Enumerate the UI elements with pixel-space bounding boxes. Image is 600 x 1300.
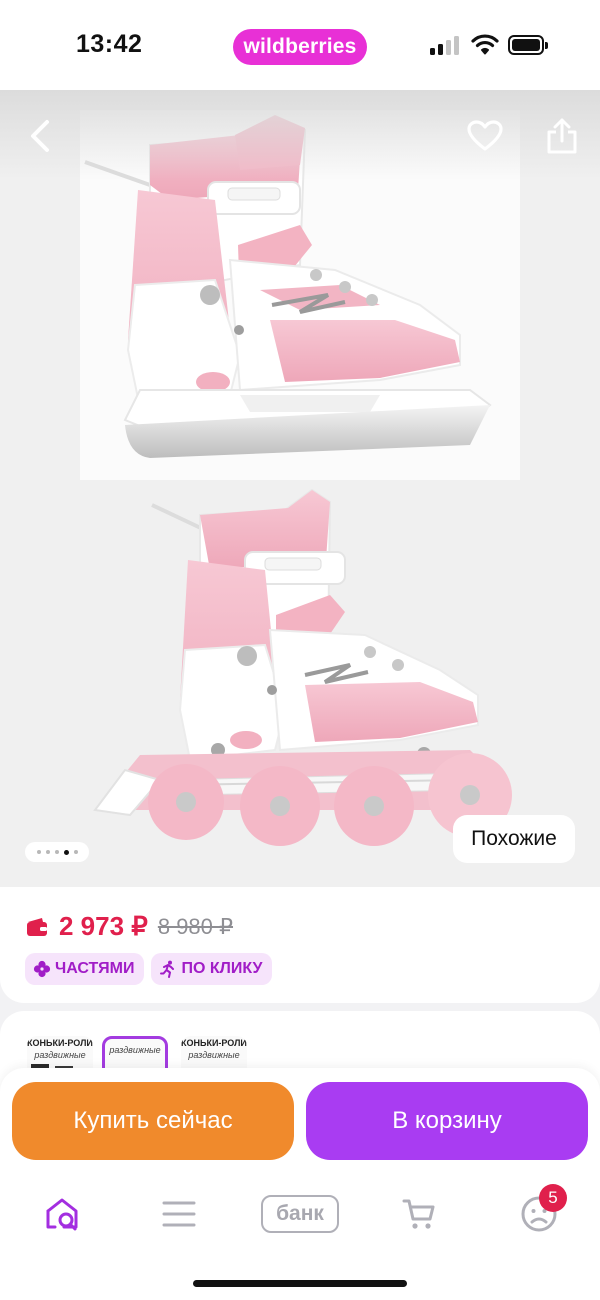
tab-catalog[interactable] [151,1186,207,1242]
status-bar: 13:42 wildberries [0,0,600,90]
cart-icon [402,1199,435,1229]
one-click-tag[interactable]: ПО КЛИКУ [151,953,273,985]
current-price: 2 973 ₽ [59,911,148,941]
cellular-signal-icon [430,35,460,55]
tab-home[interactable] [34,1186,90,1242]
favorite-button[interactable] [463,114,507,158]
product-image [0,90,600,888]
wallet-icon [27,917,47,936]
price-card: 2 973 ₽ 8 980 ₽ ЧАСТЯМИ ПО КЛИКУ [0,887,600,1003]
running-person-icon [160,960,175,978]
wifi-icon [471,34,499,55]
buy-now-button[interactable]: Купить сейчас [12,1082,294,1160]
status-time: 13:42 [76,30,143,58]
installments-tag-label: ЧАСТЯМИ [55,960,135,977]
brand-logo: wildberries [233,29,367,65]
pagination-dot [45,850,50,854]
back-arrow-icon [31,120,49,152]
share-icon [547,118,577,154]
product-page: 13:42 wildberries Похожие 2 973 ₽ 8 980 … [0,0,600,1300]
back-button[interactable] [18,114,62,158]
payment-tags: ЧАСТЯМИ ПО КЛИКУ [25,953,273,985]
tab-cart[interactable] [391,1186,447,1242]
gallery-top-shade [0,90,600,180]
profile-notification-badge: 5 [539,1184,567,1212]
similar-button[interactable]: Похожие [453,815,575,863]
home-indicator [193,1280,407,1287]
gallery-pagination [25,842,89,862]
product-image-gallery[interactable]: Похожие [0,90,600,888]
menu-icon [162,1201,196,1227]
tab-bar: банк [0,1186,600,1242]
home-search-icon [46,1198,78,1231]
battery-icon [508,35,548,55]
share-button[interactable] [540,114,584,158]
pagination-dot [73,850,78,854]
add-to-cart-button[interactable]: В корзину [306,1082,588,1160]
heart-icon [467,120,503,151]
tab-bank[interactable]: банк [260,1186,340,1242]
installments-tag[interactable]: ЧАСТЯМИ [25,953,145,985]
one-click-tag-label: ПО КЛИКУ [181,960,263,977]
pagination-dot-active [63,849,69,855]
clover-icon [33,960,51,978]
bottom-bar: Купить сейчас В корзину банк [0,1068,600,1300]
bank-icon: банк [261,1195,339,1233]
price-row: 2 973 ₽ 8 980 ₽ [25,911,233,942]
old-price: 8 980 ₽ [157,913,234,939]
pagination-dot [36,850,41,854]
pagination-dot [54,850,59,854]
